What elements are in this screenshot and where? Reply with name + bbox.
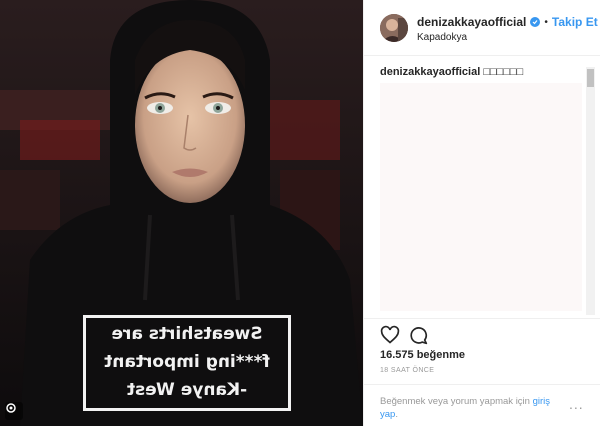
comments-scrollbar[interactable] [586,67,595,315]
follow-button[interactable]: Takip Et [552,15,598,29]
verified-badge-icon [530,17,541,27]
hoodie-line-1: Sweatshirts are [111,324,263,344]
actions-section: 16.575 beğenme 18 SAAT ÖNCE [364,318,600,384]
location-link[interactable]: Kapadokya [417,32,467,43]
login-prompt: Beğenmek veya yorum yapmak için giriş ya… [380,395,570,421]
hoodie-print: Sweatshirts are f***ing important -Kanye… [83,315,291,411]
comments-background [380,83,582,311]
collection-icon[interactable] [5,402,23,420]
likes-count[interactable]: 16.575 beğenme [380,349,465,361]
separator-dot: • [544,16,548,28]
post-photo[interactable]: Sweatshirts are f***ing important -Kanye… [0,0,363,426]
login-prompt-text: Beğenmek veya yorum yapmak için [380,396,530,407]
login-footer: Beğenmek veya yorum yapmak için giriş ya… [364,384,600,426]
username-row: denizakkaya​official • Takip Et [417,15,598,29]
post-timestamp[interactable]: 18 SAAT ÖNCE [380,367,434,374]
caption-username[interactable]: denizakkaya​official [380,66,480,78]
hoodie-line-2: f***ing important [104,352,270,372]
hoodie-line-3: -Kanye West [126,380,248,400]
post-header: denizakkaya​official • Takip Et Kapadoky… [364,0,600,56]
username-link[interactable]: denizakkaya​official [417,15,526,29]
caption: denizakkaya​official □□□□□□ [380,66,523,78]
comments-scrollbar-thumb[interactable] [587,69,594,87]
comments-area: denizakkaya​official □□□□□□ [364,57,600,317]
login-period: . [395,409,398,420]
caption-text: □□□□□□ [483,66,524,78]
comment-icon[interactable] [408,325,428,345]
more-options-icon[interactable]: ... [569,397,584,411]
heart-icon[interactable] [380,325,400,345]
avatar[interactable] [380,14,408,42]
post-panel: denizakkaya​official • Takip Et Kapadoky… [363,0,600,426]
